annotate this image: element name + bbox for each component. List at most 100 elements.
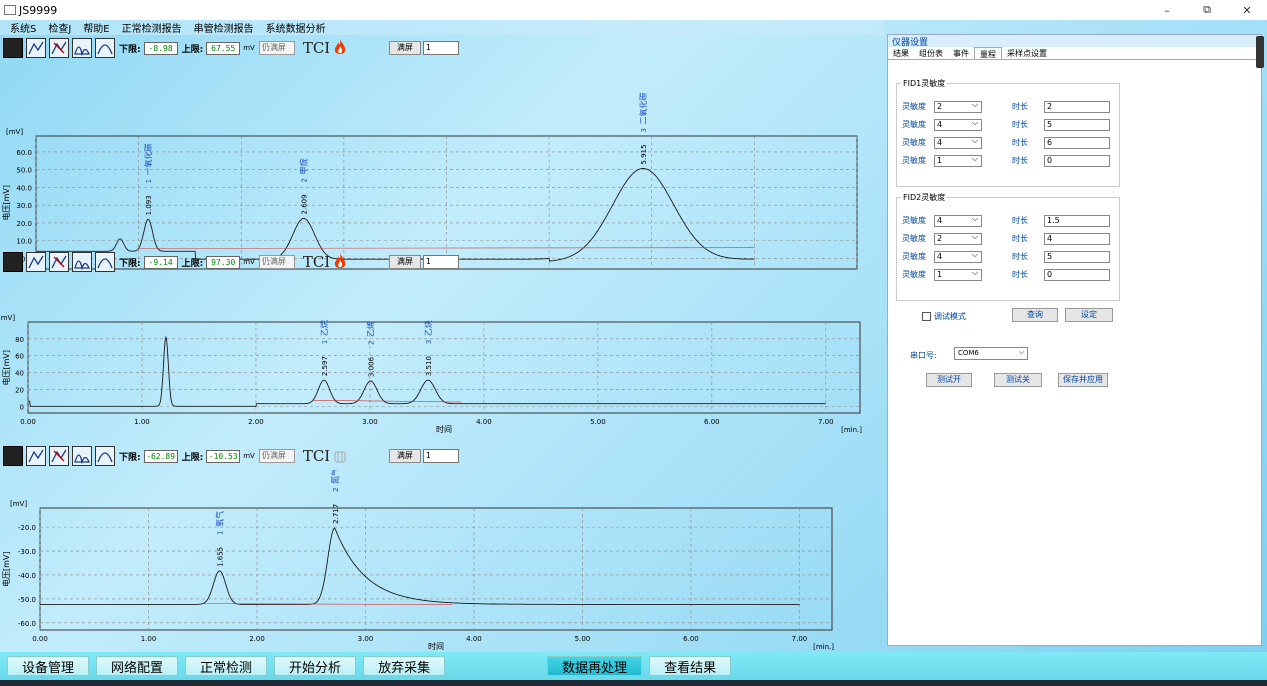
sensitivity-select[interactable]: 2: [934, 232, 982, 245]
checkbox-box[interactable]: [922, 312, 931, 321]
menu-normal-report[interactable]: 正常检测报告: [122, 20, 182, 35]
ignite-off-icon[interactable]: [333, 446, 347, 467]
test-off-button[interactable]: 测试关: [994, 373, 1042, 387]
query-button[interactable]: 查询: [1012, 308, 1058, 322]
sensitivity-label: 灵敏度: [902, 102, 926, 111]
range-select[interactable]: 仍满屏: [258, 449, 295, 463]
high-limit-field[interactable]: 97.30: [206, 255, 241, 269]
duration-field[interactable]: 0: [1044, 154, 1110, 167]
duration-field[interactable]: 6: [1044, 136, 1110, 149]
peak-name-label: 乙炔: [423, 320, 433, 336]
delete-peak-icon[interactable]: [49, 252, 69, 272]
sensitivity-select[interactable]: 1: [934, 268, 982, 281]
low-limit-field[interactable]: -9.14: [143, 255, 178, 269]
view-results-button[interactable]: 查看结果: [649, 656, 732, 676]
save-apply-button[interactable]: 保存并应用: [1058, 373, 1108, 387]
y-axis-title: 电压[mV]: [1, 185, 11, 221]
baseline-icon[interactable]: [26, 252, 46, 272]
flame-icon[interactable]: [333, 38, 347, 59]
chromatogram-chart[interactable]: -20.0 -30.0 -40.0 -50.0 -60.0 0.00 1.00 2.00 3.0…: [0, 470, 884, 650]
peak-icon[interactable]: [95, 38, 115, 58]
peak-rt-label: 2.717: [332, 504, 340, 524]
flame-icon[interactable]: [333, 252, 347, 273]
sensitivity-select[interactable]: 1: [934, 154, 982, 167]
scale-field[interactable]: 1: [422, 41, 459, 55]
chromatogram-chart[interactable]: 80 60 40 20 0 0.00 1.00 2.00 3.00 4.00 5.00 6.00 7.0…: [0, 276, 884, 456]
duration-field[interactable]: 5: [1044, 118, 1110, 131]
tab-results[interactable]: 结果: [888, 47, 914, 59]
baseline-icon[interactable]: [26, 446, 46, 466]
sensitivity-row: 灵敏度 1 时长 0: [902, 154, 1110, 167]
x-tick-label: 5.00: [575, 635, 591, 643]
duration-field[interactable]: 4: [1044, 232, 1110, 245]
tab-range[interactable]: 量程: [974, 47, 1002, 59]
integrate-icon[interactable]: [72, 252, 92, 272]
integrate-icon[interactable]: [72, 38, 92, 58]
high-limit-field[interactable]: -10.53: [206, 449, 241, 463]
set-button[interactable]: 设定: [1065, 308, 1113, 322]
scrollbar-handle[interactable]: [1256, 36, 1264, 68]
scale-field[interactable]: 1: [422, 449, 459, 463]
menu-serial-report[interactable]: 串管检测报告: [194, 20, 254, 35]
duration-field[interactable]: 5: [1044, 250, 1110, 263]
peak-icon[interactable]: [95, 446, 115, 466]
tab-events[interactable]: 事件: [948, 47, 974, 59]
chromatogram-panel-2: 下限: -9.14 上限: 97.30 mV 仍满屏 TCD2 满屏 1 80 6…: [0, 248, 884, 456]
debug-mode-checkbox[interactable]: 调试模式: [922, 311, 966, 322]
x-tick-label: 3.00: [362, 418, 378, 426]
peak-rt-label: 3.510: [425, 356, 433, 376]
panel-toolbar: 下限: -9.14 上限: 97.30 mV 仍满屏 TCD2 满屏 1: [0, 248, 884, 276]
device-management-button[interactable]: 设备管理: [7, 656, 90, 676]
range-select[interactable]: 仍满屏: [258, 255, 295, 269]
close-button[interactable]: ✕: [1227, 0, 1267, 20]
fullscreen-button[interactable]: 满屏: [388, 255, 421, 269]
delete-peak-icon[interactable]: [49, 38, 69, 58]
maximize-button[interactable]: ⧉: [1187, 0, 1227, 20]
peak-number-label: 1: [145, 179, 153, 183]
sensitivity-select[interactable]: 4: [934, 250, 982, 263]
high-limit-field[interactable]: 67.55: [206, 41, 241, 55]
fullscreen-button[interactable]: 满屏: [388, 449, 421, 463]
data-reprocess-button[interactable]: 数据再处理: [547, 656, 643, 676]
duration-field[interactable]: 2: [1044, 100, 1110, 113]
low-limit-field[interactable]: -62.89: [143, 449, 178, 463]
integrate-icon[interactable]: [72, 446, 92, 466]
menu-system[interactable]: 系统S: [10, 20, 36, 35]
x-tick-label: 0.00: [32, 635, 48, 643]
sensitivity-select[interactable]: 4: [934, 118, 982, 131]
tab-sampling[interactable]: 采样点设置: [1002, 47, 1052, 59]
abort-acquisition-button[interactable]: 放弃采集: [363, 656, 446, 676]
high-limit-label: 上限:: [181, 258, 204, 269]
peak-icon[interactable]: [95, 252, 115, 272]
scale-field[interactable]: 1: [422, 255, 459, 269]
menu-help[interactable]: 帮助E: [83, 20, 109, 35]
menu-data-analysis[interactable]: 系统数据分析: [266, 20, 326, 35]
normal-detection-button[interactable]: 正常检测: [185, 656, 268, 676]
save-icon[interactable]: [3, 446, 23, 466]
sensitivity-select[interactable]: 4: [934, 214, 982, 227]
port-select[interactable]: COM6 ⌵: [954, 347, 1028, 360]
unit-label: mV: [243, 258, 255, 266]
tab-components[interactable]: 组份表: [914, 47, 948, 59]
range-select[interactable]: 仍满屏: [258, 41, 295, 55]
x-tick-label: 6.00: [683, 635, 699, 643]
sensitivity-select[interactable]: 4: [934, 136, 982, 149]
menu-check[interactable]: 检查J: [48, 20, 71, 35]
fullscreen-button[interactable]: 满屏: [388, 41, 421, 55]
start-analysis-button[interactable]: 开始分析: [274, 656, 357, 676]
save-icon[interactable]: [3, 252, 23, 272]
save-icon[interactable]: [3, 38, 23, 58]
delete-peak-icon[interactable]: [49, 446, 69, 466]
unit-label: mV: [243, 44, 255, 52]
low-limit-field[interactable]: -8.98: [143, 41, 178, 55]
test-on-button[interactable]: 测试开: [926, 373, 972, 387]
peak-name-label: 氮气: [330, 470, 340, 484]
duration-field[interactable]: 0: [1044, 268, 1110, 281]
chromatogram-chart[interactable]: 60.050.040.030.020.010.00.00.001.002.003…: [0, 62, 884, 270]
duration-field[interactable]: 1.5: [1044, 214, 1110, 227]
panel-toolbar: 下限: -8.98 上限: 67.55 mV 仍满屏 TCD1 满屏 1: [0, 34, 884, 62]
minimize-button[interactable]: –: [1147, 0, 1187, 20]
sensitivity-select[interactable]: 2: [934, 100, 982, 113]
baseline-icon[interactable]: [26, 38, 46, 58]
network-config-button[interactable]: 网络配置: [96, 656, 179, 676]
